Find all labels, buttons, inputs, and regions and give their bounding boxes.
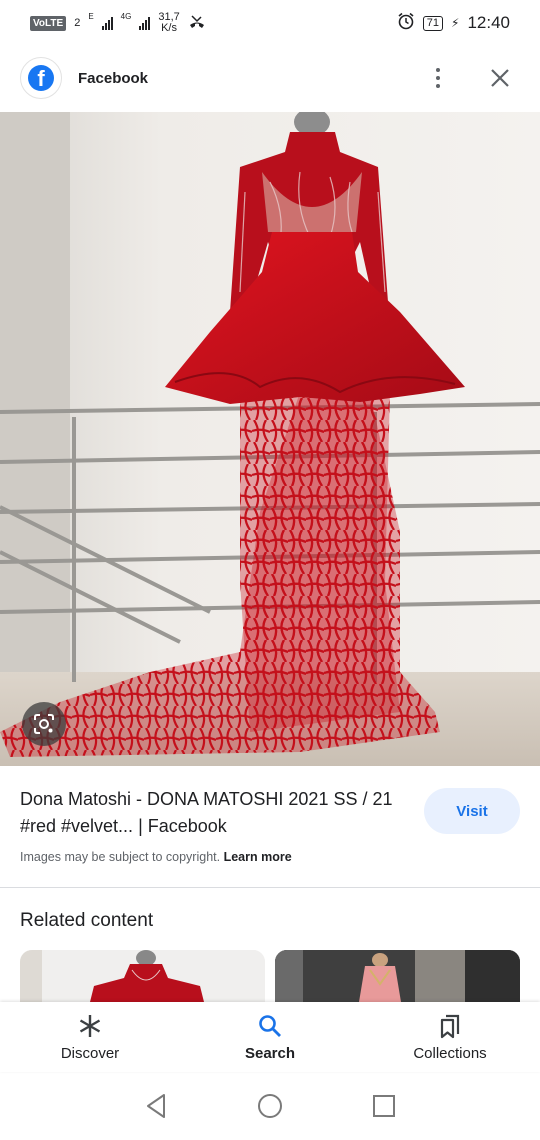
status-left: VoLTE 2 E 4G 31,7 K/s — [30, 12, 206, 34]
system-navigation — [0, 1072, 540, 1140]
copyright-text: Images may be subject to copyright. — [20, 850, 221, 864]
result-title[interactable]: Dona Matoshi - DONA MATOSHI 2021 SS / 21… — [20, 786, 400, 840]
visit-button[interactable]: Visit — [424, 788, 520, 834]
related-thumbnail[interactable] — [275, 950, 520, 1002]
volte-badge: VoLTE — [30, 15, 67, 31]
lens-button[interactable] — [22, 702, 66, 746]
result-image[interactable] — [0, 112, 540, 766]
nav-discover[interactable]: Discover — [0, 1002, 180, 1072]
viewer-header: f Facebook — [0, 46, 540, 110]
more-options-button[interactable] — [418, 58, 458, 98]
divider — [0, 887, 540, 888]
related-thumbnail[interactable] — [20, 950, 265, 1002]
bookmark-icon — [440, 1014, 460, 1038]
dot-icon — [436, 76, 440, 80]
network-speed: 31,7 K/s — [158, 12, 179, 34]
nav-label-collections: Collections — [413, 1044, 487, 1062]
speed-unit: K/s — [161, 22, 177, 34]
home-icon[interactable] — [257, 1093, 283, 1119]
signal-icon — [139, 16, 151, 30]
missed-call-icon — [188, 14, 206, 33]
sim-number: 2 — [74, 17, 81, 29]
clock: 12:40 — [467, 13, 510, 32]
close-button[interactable] — [480, 58, 520, 98]
facebook-logo[interactable]: f — [20, 57, 62, 99]
battery-level: 71 — [422, 15, 444, 31]
bottom-navigation: Discover Search Collections — [0, 1002, 540, 1072]
result-info: Dona Matoshi - DONA MATOSHI 2021 SS / 21… — [20, 786, 400, 840]
signal-icon — [101, 16, 113, 30]
status-right: 71 ⚡ 12:40 — [397, 12, 510, 35]
charging-icon: ⚡ — [451, 16, 460, 30]
nav-search[interactable]: Search — [180, 1002, 360, 1072]
nav-label-search: Search — [244, 1044, 296, 1062]
search-icon — [259, 1014, 281, 1037]
close-icon — [491, 69, 509, 87]
dot-icon — [436, 84, 440, 88]
back-icon[interactable] — [144, 1093, 168, 1119]
dress-photo — [0, 112, 540, 766]
status-bar: VoLTE 2 E 4G 31,7 K/s 71 ⚡ 12:40 — [0, 0, 540, 46]
lens-icon — [34, 714, 54, 734]
red-dress-thumbnail — [20, 950, 265, 1002]
nav-label-discover: Discover — [60, 1044, 120, 1062]
nav-collections[interactable]: Collections — [360, 1002, 540, 1072]
beaded-dress-thumbnail — [275, 950, 520, 1002]
network-type-1: E — [88, 12, 94, 21]
facebook-f-icon: f — [28, 65, 54, 91]
dot-icon — [436, 68, 440, 72]
asterisk-icon — [79, 1014, 101, 1037]
source-title[interactable]: Facebook — [78, 70, 148, 87]
recents-icon[interactable] — [372, 1094, 396, 1118]
alarm-icon — [397, 12, 415, 35]
network-type-2: 4G — [120, 12, 132, 21]
learn-more-link[interactable]: Learn more — [224, 850, 292, 864]
copyright-notice: Images may be subject to copyright. Lear… — [20, 850, 292, 864]
related-heading: Related content — [20, 910, 154, 931]
